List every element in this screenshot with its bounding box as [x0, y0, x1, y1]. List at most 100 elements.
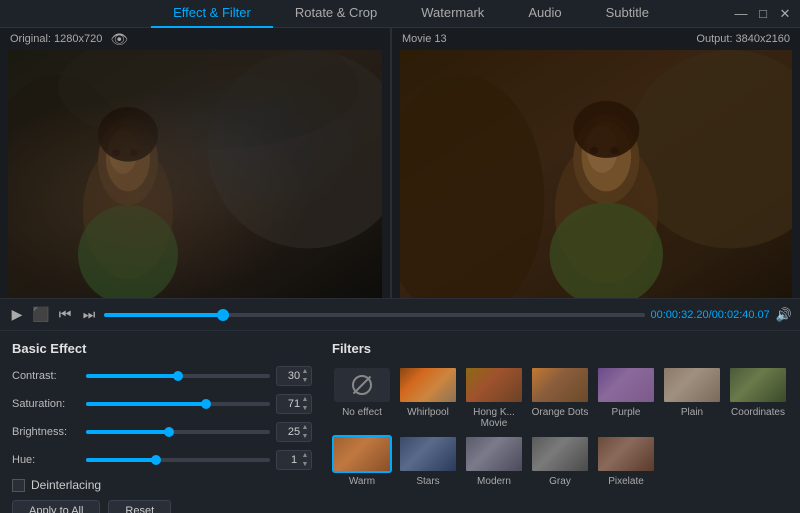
saturation-slider[interactable] — [86, 402, 270, 406]
apply-to-all-button[interactable]: Apply to All — [12, 500, 100, 513]
filter-pixelate[interactable]: Pixelate — [596, 435, 656, 487]
filter-coordinates[interactable]: Coordinates — [728, 366, 788, 429]
play-button[interactable]: ▶ — [8, 306, 26, 324]
brightness-label: Brightness: — [12, 426, 80, 438]
original-video-frame — [8, 50, 382, 298]
eye-icon[interactable]: 👁 — [110, 31, 128, 48]
hue-spinners: ▲ ▼ — [300, 451, 310, 469]
progress-fill — [104, 313, 223, 317]
stop-button[interactable]: ⬛ — [32, 306, 50, 324]
title-bar: Effect & Filter Rotate & Crop Watermark … — [0, 0, 800, 28]
filter-orangedots-visual — [532, 368, 588, 402]
filter-purple-visual — [598, 368, 654, 402]
tab-subtitle[interactable]: Subtitle — [584, 0, 671, 28]
output-video-preview — [400, 50, 792, 298]
output-label-row: Movie 13 Output: 3840x2160 — [392, 28, 800, 50]
video-original-panel: Original: 1280x720 👁 — [0, 28, 390, 298]
filter-whirlpool[interactable]: Whirlpool — [398, 366, 458, 429]
filter-purple-thumb — [596, 366, 656, 404]
hue-down[interactable]: ▼ — [300, 460, 310, 469]
contrast-thumb[interactable] — [173, 371, 183, 381]
playback-controls: ▶ ⬛ ⏮ ⏭ 00:00:32.20/00:02:40.07 🔊 — [0, 298, 800, 330]
contrast-fill — [86, 374, 178, 378]
contrast-spinners: ▲ ▼ — [300, 367, 310, 385]
saturation-up[interactable]: ▲ — [300, 395, 310, 404]
basic-effect-section: Basic Effect Contrast: 30 ▲ ▼ — [12, 341, 312, 513]
saturation-down[interactable]: ▼ — [300, 404, 310, 413]
minimize-button[interactable]: — — [734, 7, 748, 21]
filters-title: Filters — [332, 341, 788, 356]
tab-audio[interactable]: Audio — [506, 0, 583, 28]
time-display: 00:00:32.20/00:02:40.07 — [651, 309, 770, 321]
saturation-label: Saturation: — [12, 398, 80, 410]
original-label-row: Original: 1280x720 👁 — [0, 28, 390, 50]
filter-no-effect[interactable]: No effect — [332, 366, 392, 429]
filter-pixelate-visual — [598, 437, 654, 471]
saturation-value[interactable]: 71 ▲ ▼ — [276, 394, 312, 414]
filters-grid: No effect Whirlpool Hong K — [332, 366, 788, 487]
contrast-slider[interactable] — [86, 374, 270, 378]
hue-value[interactable]: 1 ▲ ▼ — [276, 450, 312, 470]
brightness-down[interactable]: ▼ — [300, 432, 310, 441]
filter-modern-thumb — [464, 435, 524, 473]
saturation-thumb[interactable] — [201, 399, 211, 409]
output-resolution-label: Output: 3840x2160 — [696, 33, 790, 45]
filter-stars[interactable]: Stars — [398, 435, 458, 487]
tab-rotate-crop[interactable]: Rotate & Crop — [273, 0, 399, 28]
filter-no-effect-thumb — [332, 366, 392, 404]
video-output-panel: Movie 13 Output: 3840x2160 — [392, 28, 800, 298]
filter-orangedots[interactable]: Orange Dots — [530, 366, 590, 429]
filter-orangedots-thumb — [530, 366, 590, 404]
brightness-value[interactable]: 25 ▲ ▼ — [276, 422, 312, 442]
no-effect-circle — [352, 375, 372, 395]
filter-hongkong-visual — [466, 368, 522, 402]
maximize-button[interactable]: □ — [756, 7, 770, 21]
bottom-panel: Basic Effect Contrast: 30 ▲ ▼ — [0, 330, 800, 513]
tab-watermark[interactable]: Watermark — [399, 0, 506, 28]
filter-warm-visual — [334, 437, 390, 471]
progress-bar[interactable] — [104, 313, 645, 317]
filter-hongkong-label: Hong K... Movie — [464, 407, 524, 429]
reset-button[interactable]: Reset — [108, 500, 171, 513]
basic-effect-title: Basic Effect — [12, 341, 312, 356]
filter-plain-label: Plain — [681, 407, 703, 418]
total-time: 00:02:40.07 — [712, 309, 770, 321]
filter-gray[interactable]: Gray — [530, 435, 590, 487]
hue-slider[interactable] — [86, 458, 270, 462]
filter-warm-label: Warm — [349, 476, 375, 487]
filter-whirlpool-label: Whirlpool — [407, 407, 449, 418]
deinterlacing-checkbox[interactable] — [12, 479, 25, 492]
contrast-up[interactable]: ▲ — [300, 367, 310, 376]
filter-warm[interactable]: Warm — [332, 435, 392, 487]
hue-fill — [86, 458, 156, 462]
filter-whirlpool-visual — [400, 368, 456, 402]
filter-plain-visual — [664, 368, 720, 402]
contrast-label: Contrast: — [12, 370, 80, 382]
window-controls: — □ ✕ — [734, 7, 792, 21]
brightness-slider[interactable] — [86, 430, 270, 434]
close-button[interactable]: ✕ — [778, 7, 792, 21]
filter-plain[interactable]: Plain — [662, 366, 722, 429]
filter-hongkong[interactable]: Hong K... Movie — [464, 366, 524, 429]
filter-modern[interactable]: Modern — [464, 435, 524, 487]
brightness-row: Brightness: 25 ▲ ▼ — [12, 422, 312, 442]
brightness-thumb[interactable] — [164, 427, 174, 437]
hue-thumb[interactable] — [151, 455, 161, 465]
original-resolution-label: Original: 1280x720 — [10, 33, 102, 45]
filter-pixelate-thumb — [596, 435, 656, 473]
filter-gray-visual — [532, 437, 588, 471]
contrast-down[interactable]: ▼ — [300, 376, 310, 385]
volume-icon[interactable]: 🔊 — [776, 307, 792, 323]
brightness-up[interactable]: ▲ — [300, 423, 310, 432]
prev-frame-button[interactable]: ⏮ — [56, 306, 74, 324]
contrast-row: Contrast: 30 ▲ ▼ — [12, 366, 312, 386]
filter-modern-visual — [466, 437, 522, 471]
tab-effect-filter[interactable]: Effect & Filter — [151, 0, 273, 28]
contrast-value[interactable]: 30 ▲ ▼ — [276, 366, 312, 386]
hue-up[interactable]: ▲ — [300, 451, 310, 460]
filter-purple[interactable]: Purple — [596, 366, 656, 429]
saturation-row: Saturation: 71 ▲ ▼ — [12, 394, 312, 414]
filter-plain-thumb — [662, 366, 722, 404]
progress-thumb[interactable] — [217, 309, 229, 321]
next-frame-button[interactable]: ⏭ — [80, 306, 98, 324]
